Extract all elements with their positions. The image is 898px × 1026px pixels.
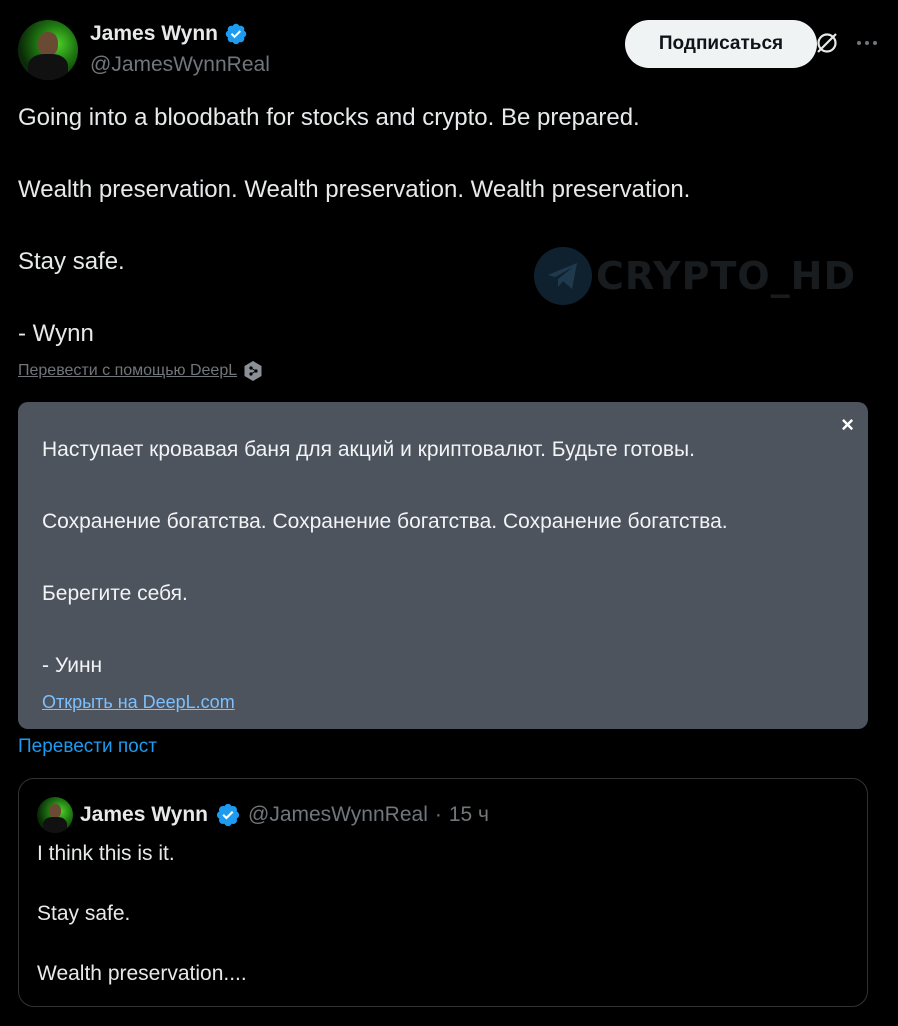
tweet-line: Going into a bloodbath for stocks and cr…: [18, 104, 640, 131]
telegram-icon: [534, 247, 592, 305]
open-deepl-link[interactable]: Открыть на DeepL.com: [42, 692, 235, 713]
translation-box: × Наступает кровавая баня для акций и кр…: [18, 402, 868, 729]
translate-with-deepl-link[interactable]: Перевести с помощью DeepL: [18, 362, 237, 380]
close-icon[interactable]: ×: [841, 412, 854, 438]
quote-header: James Wynn @JamesWynnReal · 15 ч: [37, 797, 489, 833]
verified-badge-icon: [225, 23, 247, 45]
quoted-tweet[interactable]: James Wynn @JamesWynnReal · 15 ч I think…: [18, 778, 868, 1007]
author-handle[interactable]: @JamesWynnReal: [90, 53, 270, 77]
tweet-header: James Wynn @JamesWynnReal Подписаться: [18, 18, 880, 80]
more-icon[interactable]: [854, 30, 880, 56]
quote-handle[interactable]: @JamesWynnReal: [248, 803, 428, 827]
deepl-translate-row: Перевести с помощью DeepL: [18, 360, 263, 382]
quote-avatar[interactable]: [37, 797, 73, 833]
grok-icon[interactable]: [814, 30, 840, 56]
author-avatar[interactable]: [18, 20, 78, 80]
quote-text: I think this is it. Stay safe. Wealth pr…: [37, 839, 247, 989]
author-display-name[interactable]: James Wynn: [90, 22, 218, 46]
watermark: CRYPTO_HD: [534, 247, 856, 305]
translate-post-link[interactable]: Перевести пост: [18, 736, 157, 758]
quote-time[interactable]: 15 ч: [449, 803, 489, 827]
translation-line: - Уинн: [42, 654, 103, 677]
quote-line: Wealth preservation....: [37, 962, 247, 985]
follow-button[interactable]: Подписаться: [625, 20, 817, 68]
quote-separator: ·: [434, 803, 442, 826]
translation-line: Берегите себя.: [42, 582, 188, 605]
quote-line: I think this is it.: [37, 842, 175, 865]
tweet-line: - Wynn: [18, 320, 94, 347]
deepl-logo-icon: [244, 361, 262, 381]
quote-display-name[interactable]: James Wynn: [80, 803, 208, 827]
verified-badge-icon: [216, 803, 240, 827]
translation-line: Сохранение богатства. Сохранение богатст…: [42, 510, 728, 533]
tweet-line: Wealth preservation. Wealth preservation…: [18, 176, 691, 203]
author-name-row: James Wynn: [90, 22, 248, 46]
tweet-text: Going into a bloodbath for stocks and cr…: [18, 100, 868, 352]
translation-line: Наступает кровавая баня для акций и крип…: [42, 438, 695, 461]
watermark-text: CRYPTO_HD: [596, 254, 857, 298]
quote-line: Stay safe.: [37, 902, 131, 925]
